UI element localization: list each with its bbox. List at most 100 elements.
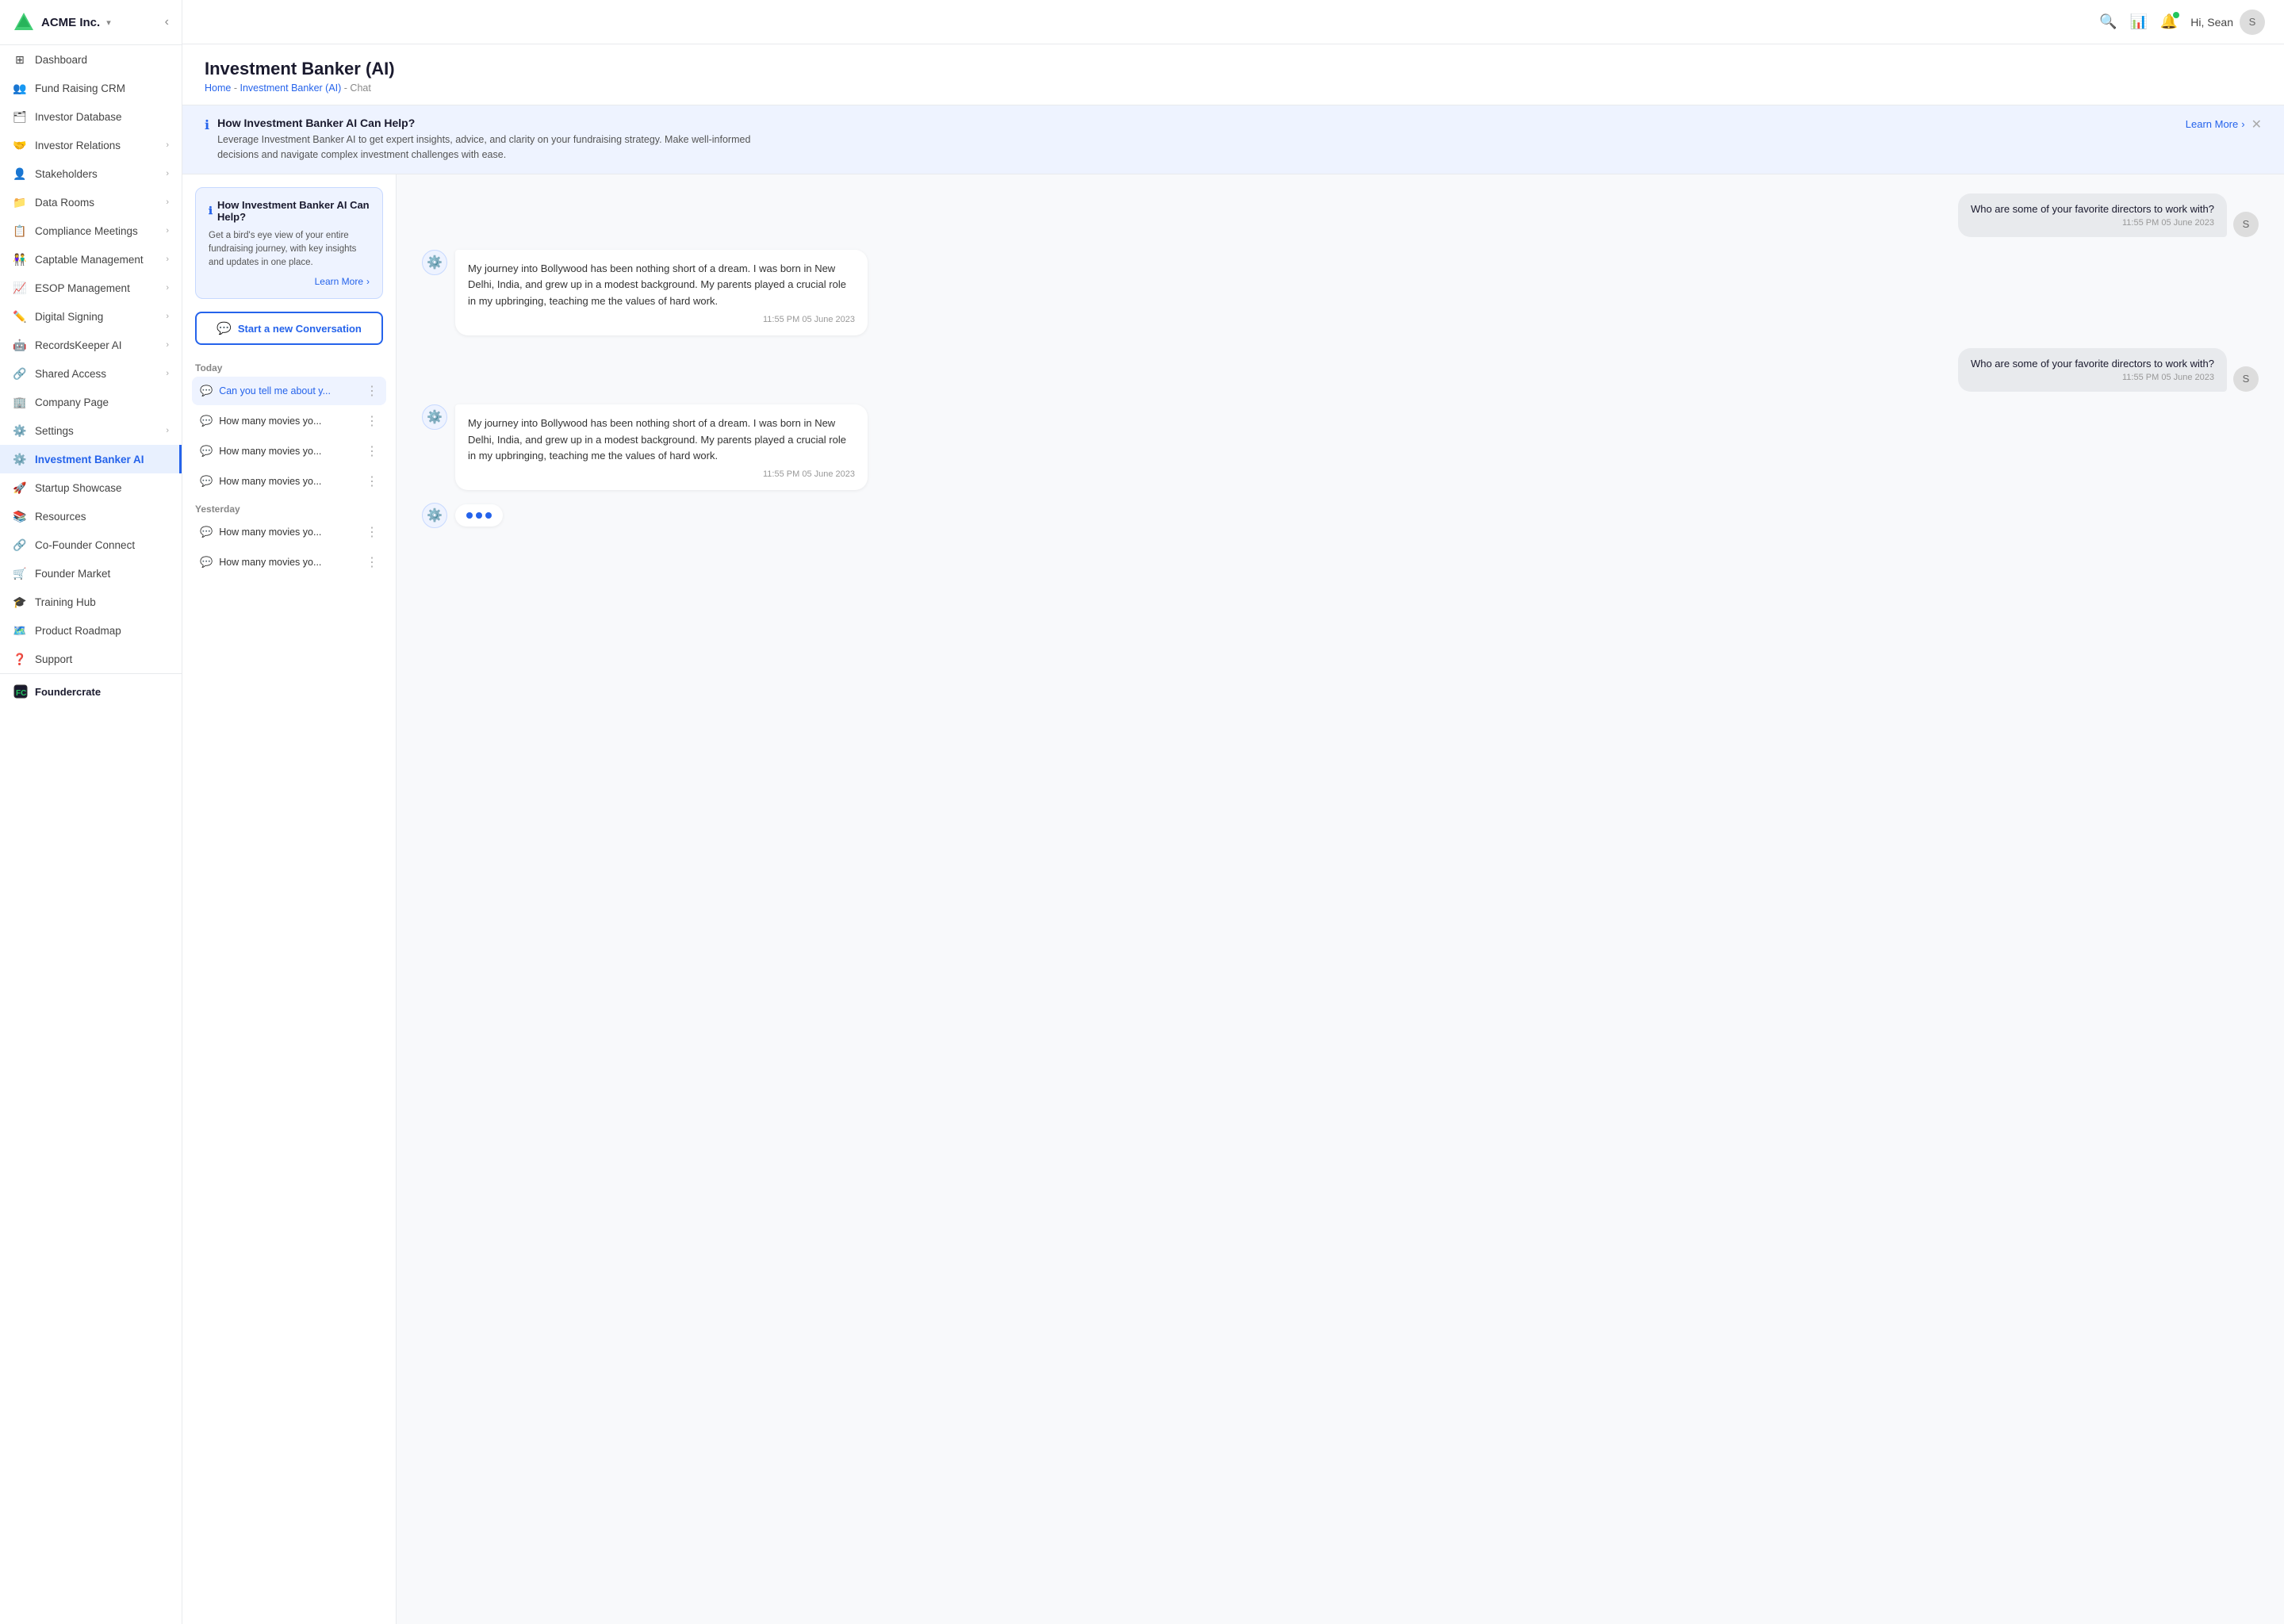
typing-dot-3 <box>485 512 492 519</box>
user-message: Who are some of your favorite directors … <box>422 348 2259 392</box>
conv-menu-icon[interactable]: ⋮ <box>366 383 378 399</box>
nav-icon-dashboard: ⊞ <box>13 52 27 67</box>
user-profile[interactable]: Hi, Sean S <box>2190 10 2265 35</box>
sidebar-item-digital-signing[interactable]: ✏️ Digital Signing › <box>0 302 182 331</box>
nav-label-training-hub: Training Hub <box>35 596 96 608</box>
nav-icon-compliance-meetings: 📋 <box>13 224 27 238</box>
conv-today-item[interactable]: 💬 Can you tell me about y... ⋮ <box>192 377 386 405</box>
sidebar-item-esop-management[interactable]: 📈 ESOP Management › <box>0 274 182 302</box>
nav-item-left-esop-management: 📈 ESOP Management <box>13 281 130 295</box>
nav-icon-startup-showcase: 🚀 <box>13 481 27 495</box>
conv-item-left: 💬 Can you tell me about y... <box>200 385 366 397</box>
chat-bubble-icon: 💬 <box>200 526 213 538</box>
breadcrumb-current: Chat <box>350 82 370 94</box>
sidebar-item-investor-database[interactable]: 🗂 Investor Database <box>0 102 182 131</box>
nav-item-left-digital-signing: ✏️ Digital Signing <box>13 309 103 324</box>
sidebar-item-co-founder-connect[interactable]: 🔗 Co-Founder Connect <box>0 530 182 559</box>
info-bar-learn-more[interactable]: Learn More › <box>2186 118 2245 130</box>
nav-label-investment-banker-ai: Investment Banker AI <box>35 454 144 465</box>
sidebar-item-shared-access[interactable]: 🔗 Shared Access › <box>0 359 182 388</box>
conv-today-item[interactable]: 💬 How many movies yo... ⋮ <box>192 467 386 496</box>
body-layout: ℹ How Investment Banker AI Can Help? Get… <box>182 174 2284 1624</box>
conv-menu-icon[interactable]: ⋮ <box>366 443 378 459</box>
sidebar-item-data-rooms[interactable]: 📁 Data Rooms › <box>0 188 182 216</box>
logo-area[interactable]: ACME Inc. ▾ <box>13 11 111 33</box>
sidebar-toggle-icon[interactable]: ‹ <box>165 15 169 29</box>
sidebar-item-support[interactable]: ❓ Support <box>0 645 182 673</box>
search-icon[interactable]: 🔍 <box>2099 13 2117 30</box>
content-area: Investment Banker (AI) Home - Investment… <box>182 44 2284 1624</box>
sidebar-item-training-hub[interactable]: 🎓 Training Hub <box>0 588 182 616</box>
sidebar-item-company-page[interactable]: 🏢 Company Page <box>0 388 182 416</box>
nav-item-left-settings: ⚙️ Settings <box>13 423 74 438</box>
nav-label-recordskeeper-ai: RecordsKeeper AI <box>35 339 122 351</box>
sidebar-item-product-roadmap[interactable]: 🗺️ Product Roadmap <box>0 616 182 645</box>
nav-icon-shared-access: 🔗 <box>13 366 27 381</box>
nav-chevron-investor-relations: › <box>166 140 169 150</box>
conv-item-text: How many movies yo... <box>219 416 366 427</box>
nav-item-left-dashboard: ⊞ Dashboard <box>13 52 87 67</box>
conv-menu-icon[interactable]: ⋮ <box>366 473 378 489</box>
conv-yesterday-item[interactable]: 💬 How many movies yo... ⋮ <box>192 548 386 576</box>
nav-item-left-investor-relations: 🤝 Investor Relations <box>13 138 121 152</box>
chat-bubble-icon: 💬 <box>200 445 213 458</box>
breadcrumb-home[interactable]: Home <box>205 82 231 94</box>
nav-chevron-stakeholders: › <box>166 169 169 178</box>
nav-chevron-compliance-meetings: › <box>166 226 169 236</box>
conv-today-item[interactable]: 💬 How many movies yo... ⋮ <box>192 437 386 465</box>
nav-icon-investor-database: 🗂 <box>13 109 27 124</box>
sidebar-item-stakeholders[interactable]: 👤 Stakeholders › <box>0 159 182 188</box>
user-greeting: Hi, Sean <box>2190 16 2233 29</box>
message-time: 11:55 PM 05 June 2023 <box>1971 218 2214 228</box>
ai-message: ⚙️ My journey into Bollywood has been no… <box>422 250 2259 335</box>
nav-label-investor-relations: Investor Relations <box>35 140 121 151</box>
nav-item-left-co-founder-connect: 🔗 Co-Founder Connect <box>13 538 135 552</box>
sidebar-item-investor-relations[interactable]: 🤝 Investor Relations › <box>0 131 182 159</box>
conv-menu-icon[interactable]: ⋮ <box>366 413 378 429</box>
sidebar-item-resources[interactable]: 📚 Resources <box>0 502 182 530</box>
sidebar-item-investment-banker-ai[interactable]: ⚙️ Investment Banker AI <box>0 445 182 473</box>
conv-yesterday-item[interactable]: 💬 How many movies yo... ⋮ <box>192 518 386 546</box>
nav-icon-esop-management: 📈 <box>13 281 27 295</box>
nav-list: ⊞ Dashboard 👥 Fund Raising CRM 🗂 Investo… <box>0 45 182 673</box>
breadcrumb-section[interactable]: Investment Banker (AI) <box>240 82 341 94</box>
nav-icon-data-rooms: 📁 <box>13 195 27 209</box>
user-avatar: S <box>2233 212 2259 237</box>
chat-panel: Who are some of your favorite directors … <box>397 174 2284 1624</box>
page-title: Investment Banker (AI) <box>205 59 2262 79</box>
info-bar-close-icon[interactable]: ✕ <box>2251 117 2262 132</box>
main-area: 🔍 📊 🔔 Hi, Sean S Investment Banker (AI) … <box>182 0 2284 1624</box>
sidebar-item-compliance-meetings[interactable]: 📋 Compliance Meetings › <box>0 216 182 245</box>
conv-menu-icon[interactable]: ⋮ <box>366 554 378 570</box>
nav-item-left-data-rooms: 📁 Data Rooms <box>13 195 94 209</box>
nav-label-settings: Settings <box>35 425 74 437</box>
sidebar-item-founder-market[interactable]: 🛒 Founder Market <box>0 559 182 588</box>
chat-messages: Who are some of your favorite directors … <box>397 174 2284 1624</box>
sidebar-item-captable-management[interactable]: 👫 Captable Management › <box>0 245 182 274</box>
sidebar-item-startup-showcase[interactable]: 🚀 Startup Showcase <box>0 473 182 502</box>
sidebar-item-dashboard[interactable]: ⊞ Dashboard <box>0 45 182 74</box>
banner-learn-more[interactable]: Learn More › <box>209 276 370 287</box>
nav-chevron-digital-signing: › <box>166 312 169 321</box>
analytics-icon[interactable]: 📊 <box>2129 13 2147 30</box>
typing-dot-2 <box>476 512 482 519</box>
ai-avatar-typing: ⚙️ <box>422 503 447 528</box>
notification-bell[interactable]: 🔔 <box>2160 13 2178 30</box>
new-conversation-button[interactable]: 💬 Start a new Conversation <box>195 312 383 345</box>
conv-menu-icon[interactable]: ⋮ <box>366 524 378 540</box>
nav-label-dashboard: Dashboard <box>35 54 87 66</box>
ai-message-bubble: My journey into Bollywood has been nothi… <box>455 404 868 490</box>
nav-chevron-esop-management: › <box>166 283 169 293</box>
nav-icon-settings: ⚙️ <box>13 423 27 438</box>
nav-label-compliance-meetings: Compliance Meetings <box>35 225 138 237</box>
nav-label-digital-signing: Digital Signing <box>35 311 103 323</box>
conv-item-text: How many movies yo... <box>219 476 366 487</box>
ai-typing-indicator: ⚙️ <box>422 503 2259 528</box>
conv-today-item[interactable]: 💬 How many movies yo... ⋮ <box>192 407 386 435</box>
nav-label-esop-management: ESOP Management <box>35 282 130 294</box>
chat-bubble-icon: 💬 <box>200 556 213 569</box>
nav-item-left-shared-access: 🔗 Shared Access <box>13 366 106 381</box>
sidebar-item-fundraising-crm[interactable]: 👥 Fund Raising CRM <box>0 74 182 102</box>
sidebar-item-recordskeeper-ai[interactable]: 🤖 RecordsKeeper AI › <box>0 331 182 359</box>
sidebar-item-settings[interactable]: ⚙️ Settings › <box>0 416 182 445</box>
